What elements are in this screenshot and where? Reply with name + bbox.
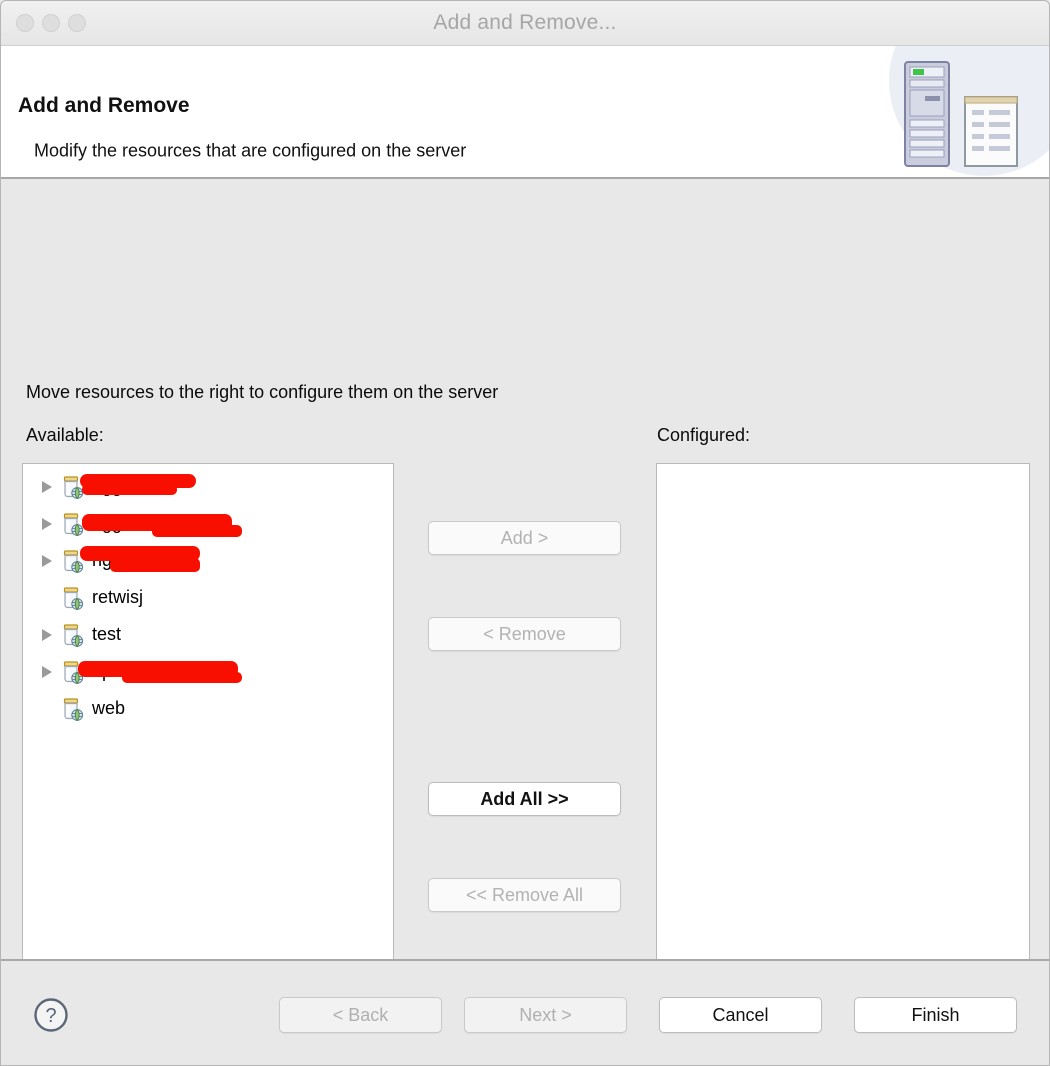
jar-module-icon bbox=[59, 474, 85, 500]
redaction-marker bbox=[82, 514, 232, 531]
tree-item[interactable]: test bbox=[23, 616, 393, 653]
jar-module-icon bbox=[63, 660, 84, 684]
page-title: Add and Remove bbox=[18, 94, 190, 117]
tree-item-label: hggirlee bbox=[80, 546, 200, 572]
jar-module-icon bbox=[63, 512, 84, 536]
available-list-label: Available: bbox=[26, 425, 104, 445]
redaction-marker bbox=[110, 558, 200, 572]
tree-item-label: uploadserver bbox=[78, 661, 242, 683]
jar-module-icon bbox=[63, 697, 84, 721]
redaction-marker bbox=[80, 474, 196, 488]
jar-module-icon bbox=[63, 623, 84, 647]
jar-module-icon bbox=[59, 622, 85, 648]
tree-item-label: test bbox=[92, 624, 122, 644]
jar-module-icon bbox=[59, 511, 85, 537]
expand-triangle-icon[interactable] bbox=[35, 516, 59, 532]
jar-module-icon bbox=[59, 548, 85, 574]
expand-triangle-icon[interactable] bbox=[35, 627, 59, 643]
tree-item-label: hggin bbox=[80, 474, 196, 497]
configured-resources-list[interactable] bbox=[656, 463, 1030, 971]
remove-all-button[interactable]: << Remove All bbox=[428, 878, 621, 912]
redaction-marker bbox=[122, 672, 242, 683]
remove-button[interactable]: < Remove bbox=[428, 617, 621, 651]
next-button[interactable]: Next > bbox=[464, 997, 627, 1033]
expand-triangle-icon[interactable] bbox=[35, 553, 59, 569]
jar-module-icon bbox=[59, 696, 85, 722]
tree-item[interactable]: hggid-web bbox=[23, 505, 393, 542]
window-title: Add and Remove... bbox=[433, 11, 617, 34]
tree-item[interactable]: hggirlee bbox=[23, 542, 393, 579]
expand-triangle-icon bbox=[42, 665, 52, 678]
redaction-marker bbox=[152, 525, 242, 537]
configured-tree[interactable] bbox=[657, 464, 1029, 468]
tree-item-label: hggid-web bbox=[82, 513, 242, 537]
redaction-marker bbox=[82, 484, 177, 495]
redaction-marker bbox=[80, 546, 200, 561]
configured-list-label: Configured: bbox=[657, 425, 751, 445]
finish-button[interactable]: Finish bbox=[854, 997, 1017, 1033]
dialog-body: Move resources to the right to configure… bbox=[1, 179, 1049, 1015]
tree-item-label: web bbox=[92, 698, 126, 718]
expand-triangle-icon bbox=[42, 480, 52, 493]
tree-item[interactable]: web bbox=[23, 690, 393, 727]
add-all-button[interactable]: Add All >> bbox=[428, 782, 621, 816]
expand-triangle-icon bbox=[42, 628, 52, 641]
available-tree[interactable]: hggin hggid-web hggirlee retwisj test uploads… bbox=[23, 464, 393, 727]
tree-item-label: retwisj bbox=[92, 587, 144, 607]
add-button[interactable]: Add > bbox=[428, 521, 621, 555]
expand-triangle-icon[interactable] bbox=[35, 664, 59, 680]
instruction-text: Move resources to the right to configure… bbox=[26, 382, 499, 402]
available-resources-list[interactable]: hggin hggid-web hggirlee retwisj test uploads… bbox=[22, 463, 394, 971]
server-and-document-icon bbox=[889, 46, 1049, 177]
help-icon[interactable]: ? bbox=[32, 996, 70, 1039]
window-titlebar: Add and Remove... bbox=[1, 1, 1049, 46]
expand-triangle-icon[interactable] bbox=[35, 479, 59, 495]
tree-item[interactable]: retwisj bbox=[23, 579, 393, 616]
wizard-banner: Add and Remove Modify the resources that… bbox=[1, 46, 1049, 179]
jar-module-icon bbox=[63, 475, 84, 499]
jar-module-icon bbox=[59, 585, 85, 611]
jar-module-icon bbox=[63, 586, 84, 610]
jar-module-icon bbox=[63, 549, 84, 573]
svg-text:?: ? bbox=[45, 1005, 56, 1027]
tree-item[interactable]: uploadserver bbox=[23, 653, 393, 690]
tree-item[interactable]: hggin bbox=[23, 468, 393, 505]
page-subtitle: Modify the resources that are configured… bbox=[34, 140, 467, 161]
add-and-remove-dialog: Add and Remove... Add and Remove Modify … bbox=[0, 0, 1050, 1066]
redaction-marker bbox=[78, 661, 238, 677]
jar-module-icon bbox=[59, 659, 85, 685]
cancel-button[interactable]: Cancel bbox=[659, 997, 822, 1033]
back-button[interactable]: < Back bbox=[279, 997, 442, 1033]
expand-triangle-icon bbox=[42, 517, 52, 530]
expand-triangle-icon bbox=[42, 554, 52, 567]
